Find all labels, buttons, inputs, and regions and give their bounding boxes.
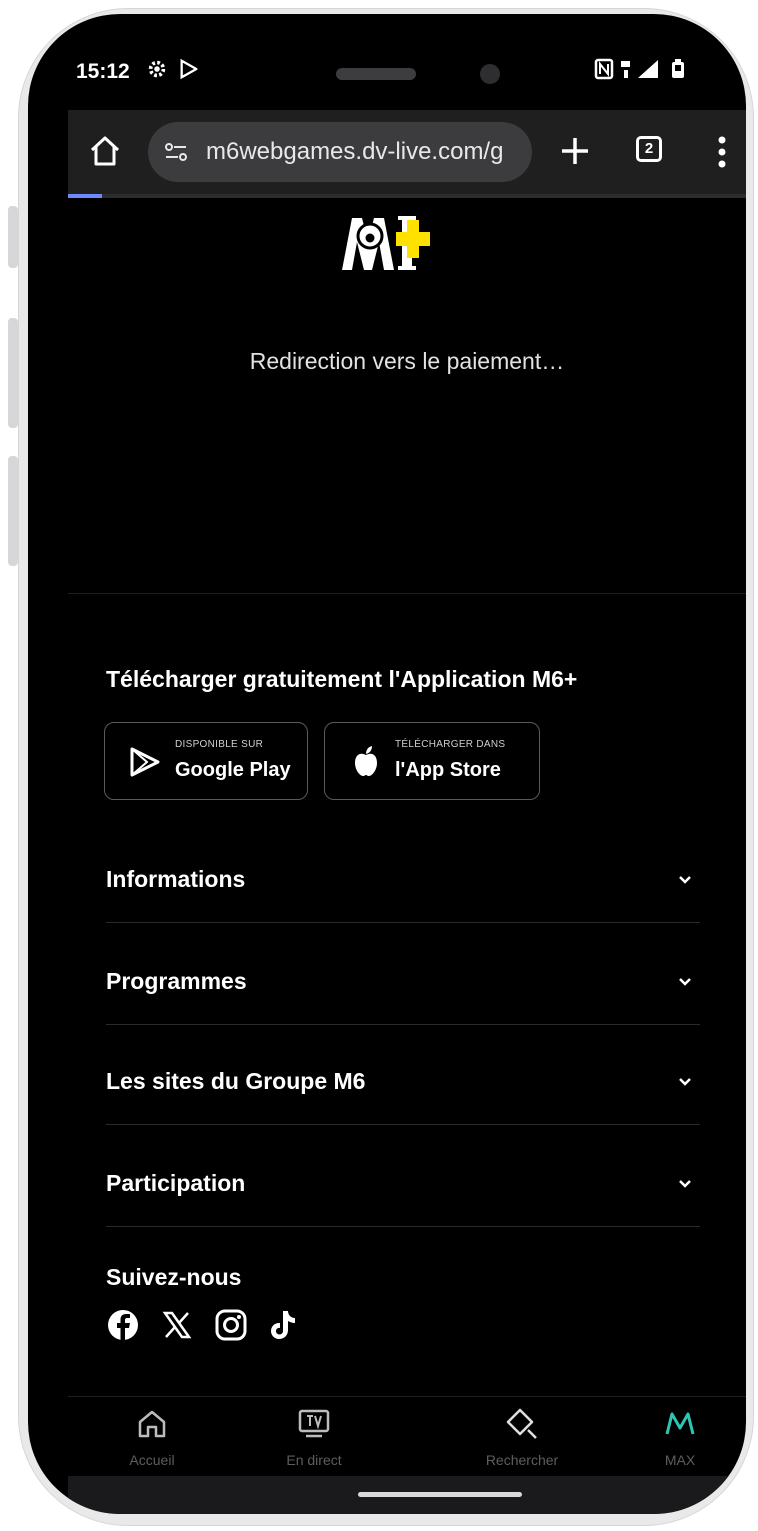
follow-us-title: Suivez-nous: [106, 1264, 242, 1290]
accordion-divider: [106, 922, 700, 923]
accordion-divider: [106, 1226, 700, 1227]
nav-item-en-direct[interactable]: En direct: [254, 1406, 374, 1476]
accordion-sites-groupe-m6[interactable]: Les sites du Groupe M6: [106, 1068, 700, 1168]
facebook-icon[interactable]: [106, 1308, 140, 1342]
nav-label: Accueil: [129, 1452, 175, 1468]
notch: [196, 14, 596, 102]
apple-icon: [355, 746, 377, 776]
status-time: 15:12: [76, 60, 130, 83]
side-button-volume-up: [8, 318, 18, 428]
chevron-down-icon: [679, 876, 691, 884]
tiktok-icon[interactable]: [266, 1308, 300, 1342]
download-app-title: Télécharger gratuitement l'Application M…: [106, 666, 578, 692]
home-icon[interactable]: [82, 128, 128, 174]
chevron-down-icon: [679, 978, 691, 986]
side-button-action: [8, 206, 18, 268]
progress-fill: [68, 194, 102, 198]
accordion-divider: [106, 1024, 700, 1025]
home-icon: [138, 1410, 166, 1438]
store-name: l'App Store: [395, 759, 501, 781]
nav-label: Rechercher: [485, 1452, 559, 1468]
more-menu-icon[interactable]: [714, 132, 730, 172]
store-small-text: DISPONIBLE SUR: [175, 739, 264, 750]
gesture-area: [68, 1476, 746, 1514]
address-bar[interactable]: m6webgames.dv-live.com/g: [148, 122, 532, 182]
accordion-label: Les sites du Groupe M6: [106, 1068, 366, 1094]
home-gesture-bar[interactable]: [358, 1492, 522, 1497]
instagram-icon[interactable]: [214, 1308, 248, 1342]
google-play-button[interactable]: DISPONIBLE SUR Google Play: [104, 722, 308, 800]
nav-item-rechercher[interactable]: Rechercher: [462, 1406, 582, 1476]
side-button-volume-down: [8, 456, 18, 566]
nav-label: En direct: [286, 1452, 342, 1468]
accordion-programmes[interactable]: Programmes: [106, 968, 700, 1068]
accordion-divider: [106, 1124, 700, 1125]
accordion-label: Informations: [106, 866, 246, 892]
new-tab-icon[interactable]: [550, 126, 600, 176]
signal-icon: [638, 60, 658, 78]
x-icon[interactable]: [160, 1308, 194, 1342]
store-name: Google Play: [175, 759, 291, 781]
page-load-progress: [68, 194, 746, 198]
nav-label: MAX: [664, 1452, 696, 1468]
screen: 15:12 m6webgames.dv-live.com/g 2 Redirec…: [28, 14, 746, 1514]
max-icon: [665, 1412, 695, 1435]
tv-icon: [298, 1409, 330, 1438]
status-bar: 15:12: [28, 14, 746, 112]
m6-plus-logo[interactable]: [338, 212, 458, 274]
settings-icon: [148, 60, 166, 78]
chevron-down-icon: [679, 1180, 691, 1188]
chevron-down-icon: [679, 1078, 691, 1086]
url-text: m6webgames.dv-live.com/g: [206, 138, 504, 165]
nav-item-max[interactable]: MAX: [620, 1406, 740, 1476]
redirect-message: Redirection vers le paiement…: [249, 348, 565, 374]
accordion-label: Programmes: [106, 968, 247, 994]
battery-icon: [672, 59, 684, 78]
accordion-informations[interactable]: Informations: [106, 866, 700, 966]
site-settings-icon[interactable]: [162, 138, 190, 166]
front-camera: [480, 64, 500, 84]
accordion-participation[interactable]: Participation: [106, 1170, 700, 1270]
tab-switcher-button[interactable]: 2: [636, 136, 662, 162]
google-play-icon: [130, 747, 160, 777]
5g-icon: [621, 61, 630, 78]
nav-item-accueil[interactable]: Accueil: [92, 1406, 212, 1476]
browser-toolbar: m6webgames.dv-live.com/g 2: [68, 110, 746, 194]
section-divider: [68, 593, 746, 594]
store-small-text: TÉLÉCHARGER DANS: [395, 739, 506, 750]
speaker-grille: [336, 68, 416, 80]
nfc-icon: [594, 58, 614, 80]
nav-divider: [68, 1396, 746, 1397]
accordion-label: Participation: [106, 1170, 246, 1196]
app-store-button[interactable]: TÉLÉCHARGER DANS l'App Store: [324, 722, 540, 800]
search-icon: [506, 1408, 537, 1439]
